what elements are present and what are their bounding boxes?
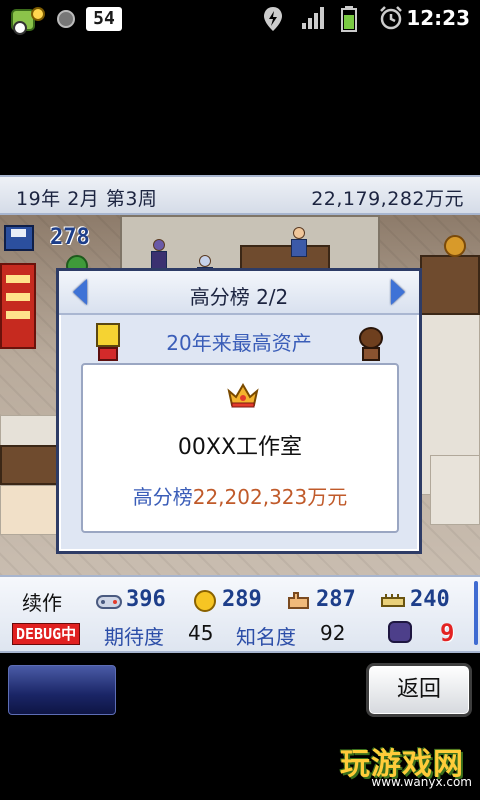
date-money-bar: 19年 2月 第3周 22,179,282万元 bbox=[0, 175, 480, 215]
employee-sprite bbox=[150, 239, 168, 269]
high-score-dialog: 高分榜 2/2 20年来最高资产 00XX工作室 高分榜22,202,323万元 bbox=[56, 268, 422, 554]
red-count: 9 bbox=[440, 619, 455, 647]
vending-machine bbox=[0, 263, 36, 349]
circle-indicator-icon bbox=[57, 10, 75, 28]
monkey-icon bbox=[357, 327, 385, 361]
coin-icon bbox=[194, 590, 216, 612]
alarm-icon bbox=[380, 6, 402, 30]
expectation-label: 期待度 bbox=[104, 625, 164, 649]
total-money: 22,179,282万元 bbox=[311, 188, 464, 210]
status-bar: 54 12:23 bbox=[0, 0, 480, 38]
creature-icon bbox=[388, 621, 412, 643]
dialog-title: 高分榜 2/2 bbox=[189, 285, 289, 309]
game-date: 19年 2月 第3周 bbox=[16, 188, 158, 210]
cabinet bbox=[420, 255, 480, 315]
badge-icon: 54 bbox=[86, 7, 122, 31]
fame-value: 92 bbox=[320, 621, 346, 645]
stat-value: 289 bbox=[222, 587, 262, 612]
company-name: 00XX工作室 bbox=[177, 435, 303, 460]
app-notification-icon bbox=[11, 7, 45, 35]
watermark-logo: 玩游戏网 www.wanyx.com bbox=[340, 739, 476, 795]
status-clock: 12:23 bbox=[406, 6, 470, 30]
score-card: 00XX工作室 高分榜22,202,323万元 bbox=[81, 363, 399, 533]
expectation-value: 45 bbox=[188, 621, 214, 645]
employee-sprite bbox=[290, 227, 308, 257]
menu-button[interactable] bbox=[8, 665, 116, 715]
stat-value: 287 bbox=[316, 587, 356, 612]
bottom-bar: 返回 玩游戏网 www.wanyx.com bbox=[0, 653, 480, 800]
signal-icon bbox=[302, 7, 324, 29]
crown-icon bbox=[227, 383, 259, 408]
panel-scrollbar[interactable] bbox=[474, 581, 478, 645]
score-value: 22,202,323万元 bbox=[192, 485, 348, 509]
shelf-items bbox=[0, 485, 60, 535]
next-page-arrow-icon[interactable] bbox=[391, 279, 405, 305]
hand-icon bbox=[288, 592, 309, 609]
game-info-panel: 续作 396 289 287 240 DEBUG中 期待度 45 知名度 92 … bbox=[0, 575, 480, 653]
sequel-label: 续作 bbox=[22, 591, 62, 615]
stat-value: 396 bbox=[126, 587, 166, 612]
save-count: 278 bbox=[50, 225, 90, 250]
floppy-disk-icon bbox=[4, 225, 34, 251]
high-score-line: 高分榜22,202,323万元 bbox=[83, 481, 397, 510]
watermark-url: www.wanyx.com bbox=[371, 775, 472, 789]
score-label: 高分榜 bbox=[132, 485, 193, 509]
stat-value: 240 bbox=[410, 587, 450, 612]
shelf-items bbox=[430, 455, 480, 525]
plant bbox=[444, 235, 466, 257]
dialog-header: 高分榜 2/2 bbox=[59, 271, 419, 315]
bookshelf bbox=[0, 445, 60, 485]
gps-icon bbox=[264, 7, 282, 31]
controller-icon bbox=[96, 595, 122, 609]
research-icon bbox=[381, 594, 405, 607]
fame-label: 知名度 bbox=[236, 625, 296, 649]
debug-badge: DEBUG中 bbox=[12, 623, 81, 645]
back-button[interactable]: 返回 bbox=[366, 663, 472, 717]
battery-icon bbox=[341, 6, 357, 32]
